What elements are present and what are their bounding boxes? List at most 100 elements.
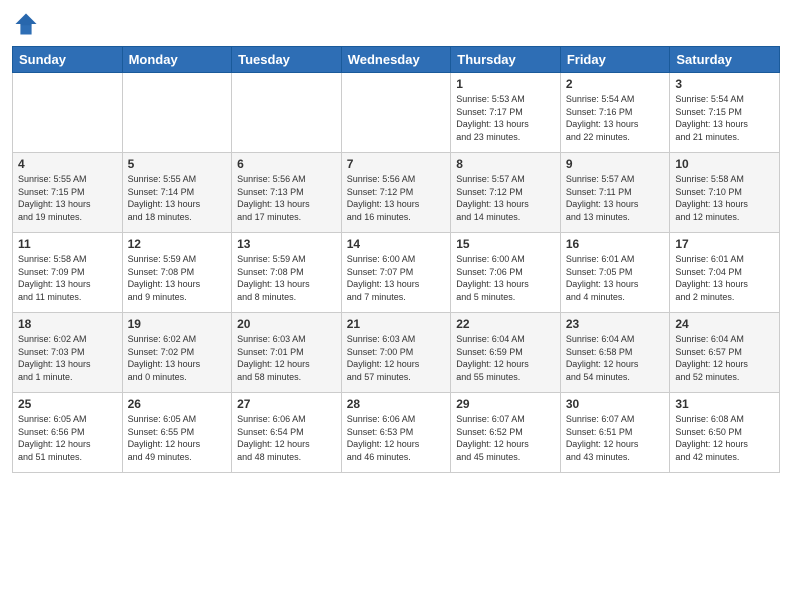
day-cell: 3 Sunrise: 5:54 AM Sunset: 7:15 PM Daylig… [670,73,780,153]
day-info: Sunrise: 6:07 AM Sunset: 6:51 PM Dayligh… [566,413,665,463]
day-info: Sunrise: 5:54 AM Sunset: 7:16 PM Dayligh… [566,93,665,143]
day-info: Sunrise: 5:53 AM Sunset: 7:17 PM Dayligh… [456,93,555,143]
header [12,10,780,38]
day-cell: 11 Sunrise: 5:58 AM Sunset: 7:09 PM Dayli… [13,233,123,313]
day-cell: 25 Sunrise: 6:05 AM Sunset: 6:56 PM Dayli… [13,393,123,473]
day-cell: 31 Sunrise: 6:08 AM Sunset: 6:50 PM Dayli… [670,393,780,473]
header-row: SundayMondayTuesdayWednesdayThursdayFrid… [13,47,780,73]
day-cell: 23Sunrise: 6:04 AM Sunset: 6:58 PM Dayli… [560,313,670,393]
day-number: 8 [456,157,555,171]
day-number: 5 [128,157,227,171]
day-cell [13,73,123,153]
day-cell: 6Sunrise: 5:56 AM Sunset: 7:13 PM Daylig… [232,153,342,233]
day-number: 21 [347,317,446,331]
day-info: Sunrise: 6:01 AM Sunset: 7:05 PM Dayligh… [566,253,665,303]
day-number: 3 [675,77,774,91]
day-number: 24 [675,317,774,331]
day-number: 26 [128,397,227,411]
day-cell: 17 Sunrise: 6:01 AM Sunset: 7:04 PM Dayli… [670,233,780,313]
main-container: SundayMondayTuesdayWednesdayThursdayFrid… [0,0,792,612]
day-cell: 30 Sunrise: 6:07 AM Sunset: 6:51 PM Dayli… [560,393,670,473]
day-cell: 8 Sunrise: 5:57 AM Sunset: 7:12 PM Daylig… [451,153,561,233]
day-number: 15 [456,237,555,251]
day-info: Sunrise: 6:00 AM Sunset: 7:07 PM Dayligh… [347,253,446,303]
day-info: Sunrise: 5:59 AM Sunset: 7:08 PM Dayligh… [237,253,336,303]
day-cell: 20Sunrise: 6:03 AM Sunset: 7:01 PM Dayli… [232,313,342,393]
day-info: Sunrise: 6:00 AM Sunset: 7:06 PM Dayligh… [456,253,555,303]
day-number: 30 [566,397,665,411]
day-info: Sunrise: 5:54 AM Sunset: 7:15 PM Dayligh… [675,93,774,143]
day-cell: 2Sunrise: 5:54 AM Sunset: 7:16 PM Daylig… [560,73,670,153]
day-number: 6 [237,157,336,171]
day-info: Sunrise: 6:04 AM Sunset: 6:59 PM Dayligh… [456,333,555,383]
day-cell: 14 Sunrise: 6:00 AM Sunset: 7:07 PM Dayli… [341,233,451,313]
day-cell: 13Sunrise: 5:59 AM Sunset: 7:08 PM Dayli… [232,233,342,313]
week-row-1: 4Sunrise: 5:55 AM Sunset: 7:15 PM Daylig… [13,153,780,233]
day-number: 10 [675,157,774,171]
header-cell-friday: Friday [560,47,670,73]
day-number: 9 [566,157,665,171]
day-number: 1 [456,77,555,91]
header-cell-monday: Monday [122,47,232,73]
day-number: 31 [675,397,774,411]
day-cell: 15 Sunrise: 6:00 AM Sunset: 7:06 PM Dayli… [451,233,561,313]
day-cell: 12Sunrise: 5:59 AM Sunset: 7:08 PM Dayli… [122,233,232,313]
day-info: Sunrise: 6:03 AM Sunset: 7:00 PM Dayligh… [347,333,446,383]
day-number: 28 [347,397,446,411]
day-cell: 1 Sunrise: 5:53 AM Sunset: 7:17 PM Daylig… [451,73,561,153]
day-number: 14 [347,237,446,251]
day-info: Sunrise: 6:08 AM Sunset: 6:50 PM Dayligh… [675,413,774,463]
day-number: 22 [456,317,555,331]
day-number: 20 [237,317,336,331]
day-cell [232,73,342,153]
day-cell: 10 Sunrise: 5:58 AM Sunset: 7:10 PM Dayli… [670,153,780,233]
day-info: Sunrise: 6:06 AM Sunset: 6:54 PM Dayligh… [237,413,336,463]
header-cell-tuesday: Tuesday [232,47,342,73]
day-cell: 18Sunrise: 6:02 AM Sunset: 7:03 PM Dayli… [13,313,123,393]
day-cell: 27 Sunrise: 6:06 AM Sunset: 6:54 PM Dayli… [232,393,342,473]
day-cell: 9 Sunrise: 5:57 AM Sunset: 7:11 PM Daylig… [560,153,670,233]
day-info: Sunrise: 5:58 AM Sunset: 7:10 PM Dayligh… [675,173,774,223]
day-cell: 22 Sunrise: 6:04 AM Sunset: 6:59 PM Dayli… [451,313,561,393]
day-info: Sunrise: 6:05 AM Sunset: 6:56 PM Dayligh… [18,413,117,463]
day-info: Sunrise: 6:02 AM Sunset: 7:02 PM Dayligh… [128,333,227,383]
day-info: Sunrise: 6:06 AM Sunset: 6:53 PM Dayligh… [347,413,446,463]
day-number: 7 [347,157,446,171]
header-cell-thursday: Thursday [451,47,561,73]
day-info: Sunrise: 5:58 AM Sunset: 7:09 PM Dayligh… [18,253,117,303]
day-cell: 28 Sunrise: 6:06 AM Sunset: 6:53 PM Dayli… [341,393,451,473]
day-number: 29 [456,397,555,411]
day-number: 17 [675,237,774,251]
day-cell: 7 Sunrise: 5:56 AM Sunset: 7:12 PM Daylig… [341,153,451,233]
day-number: 16 [566,237,665,251]
day-cell: 21 Sunrise: 6:03 AM Sunset: 7:00 PM Dayli… [341,313,451,393]
day-cell: 5 Sunrise: 5:55 AM Sunset: 7:14 PM Daylig… [122,153,232,233]
day-cell: 29 Sunrise: 6:07 AM Sunset: 6:52 PM Dayli… [451,393,561,473]
day-info: Sunrise: 5:55 AM Sunset: 7:14 PM Dayligh… [128,173,227,223]
day-info: Sunrise: 6:01 AM Sunset: 7:04 PM Dayligh… [675,253,774,303]
day-info: Sunrise: 5:57 AM Sunset: 7:12 PM Dayligh… [456,173,555,223]
day-number: 27 [237,397,336,411]
day-info: Sunrise: 5:57 AM Sunset: 7:11 PM Dayligh… [566,173,665,223]
logo-icon [12,10,40,38]
day-number: 25 [18,397,117,411]
header-cell-saturday: Saturday [670,47,780,73]
day-cell: 16 Sunrise: 6:01 AM Sunset: 7:05 PM Dayli… [560,233,670,313]
day-info: Sunrise: 6:04 AM Sunset: 6:58 PM Dayligh… [566,333,665,383]
header-cell-sunday: Sunday [13,47,123,73]
day-cell [122,73,232,153]
day-info: Sunrise: 6:04 AM Sunset: 6:57 PM Dayligh… [675,333,774,383]
calendar-table: SundayMondayTuesdayWednesdayThursdayFrid… [12,46,780,473]
day-info: Sunrise: 5:56 AM Sunset: 7:12 PM Dayligh… [347,173,446,223]
week-row-4: 25 Sunrise: 6:05 AM Sunset: 6:56 PM Dayli… [13,393,780,473]
week-row-0: 1 Sunrise: 5:53 AM Sunset: 7:17 PM Daylig… [13,73,780,153]
day-number: 4 [18,157,117,171]
day-cell: 24 Sunrise: 6:04 AM Sunset: 6:57 PM Dayli… [670,313,780,393]
week-row-2: 11 Sunrise: 5:58 AM Sunset: 7:09 PM Dayli… [13,233,780,313]
day-number: 19 [128,317,227,331]
day-info: Sunrise: 5:59 AM Sunset: 7:08 PM Dayligh… [128,253,227,303]
logo [12,10,44,38]
day-cell [341,73,451,153]
day-info: Sunrise: 6:07 AM Sunset: 6:52 PM Dayligh… [456,413,555,463]
day-number: 11 [18,237,117,251]
